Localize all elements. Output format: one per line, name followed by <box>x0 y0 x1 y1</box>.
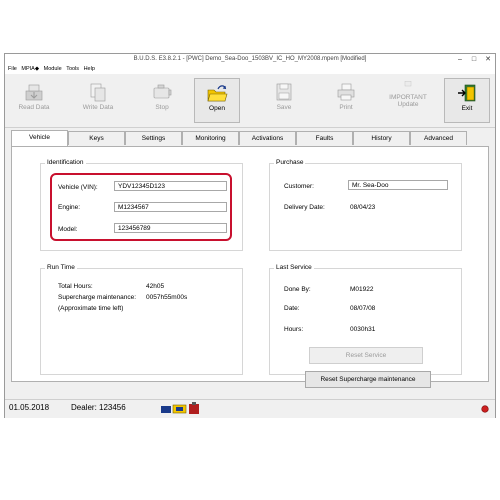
done-by-label: Done By: <box>284 286 311 293</box>
tab-faults[interactable]: Faults <box>296 131 353 145</box>
open-folder-icon <box>207 85 228 102</box>
total-hours-value: 42h05 <box>146 283 165 290</box>
purchase-title: Purchase <box>274 159 306 166</box>
read-data-icon <box>25 84 43 101</box>
print-label: Print <box>339 104 353 111</box>
stop-label: Stop <box>155 104 169 111</box>
tab-history[interactable]: History <box>353 131 410 145</box>
read-data-button[interactable]: Read Data <box>11 78 57 123</box>
update-icon <box>404 81 412 87</box>
status-date: 01.05.2018 <box>9 403 50 412</box>
menu-help[interactable]: Help <box>84 65 95 74</box>
reset-supercharge-button[interactable]: Reset Supercharge maintenance <box>305 371 431 388</box>
title-bar: B.U.D.S. E3.8.2.1 - [PWC] Demo_Sea-Doo_1… <box>5 54 495 65</box>
menu-file[interactable]: File <box>8 65 17 74</box>
exit-label: Exit <box>461 105 473 112</box>
read-data-label: Read Data <box>18 104 50 111</box>
write-data-label: Write Data <box>82 104 114 111</box>
exit-button[interactable]: Exit <box>444 78 490 123</box>
connection-icons <box>161 402 199 414</box>
runtime-title: Run Time <box>45 264 77 271</box>
important-label: IMPORTANT <box>389 94 427 101</box>
printer-icon <box>337 83 355 101</box>
maximize-button[interactable]: □ <box>467 54 481 65</box>
done-by-value: M01922 <box>350 286 374 293</box>
service-hours-label: Hours: <box>284 326 304 333</box>
write-data-icon <box>90 83 106 102</box>
customer-field[interactable]: Mr. Sea-Doo <box>348 180 448 190</box>
last-service-title: Last Service <box>274 264 314 271</box>
write-data-button[interactable]: Write Data <box>75 78 121 123</box>
exit-door-icon <box>458 84 476 102</box>
tab-keys[interactable]: Keys <box>68 131 125 145</box>
stop-button[interactable]: Stop <box>139 78 185 123</box>
service-date-label: Date: <box>284 305 300 312</box>
tab-vehicle[interactable]: Vehicle <box>11 130 68 146</box>
minimize-button[interactable]: – <box>453 54 467 65</box>
engine-stop-icon <box>153 84 172 99</box>
engine-label: Engine: <box>58 204 81 211</box>
approx-time-note: (Approximate time left) <box>58 305 124 312</box>
customer-label: Customer: <box>284 183 314 190</box>
reset-service-button[interactable]: Reset Service <box>309 347 423 364</box>
service-date-value: 08/07/08 <box>350 305 376 312</box>
delivery-date-label: Delivery Date: <box>284 204 325 211</box>
open-button[interactable]: Open <box>194 78 240 123</box>
app-window: B.U.D.S. E3.8.2.1 - [PWC] Demo_Sea-Doo_1… <box>4 53 496 418</box>
menu-module[interactable]: Module <box>44 65 62 74</box>
vehicle-panel: Identification Vehicle (VIN): YDV12345D1… <box>11 146 489 388</box>
model-label: Model: <box>58 226 78 233</box>
save-button[interactable]: Save <box>261 78 307 123</box>
status-led-icon <box>481 405 489 413</box>
tab-activations[interactable]: Activations <box>239 131 296 145</box>
status-bar: 01.05.2018 Dealer: 123456 <box>5 399 495 418</box>
close-button[interactable]: ✕ <box>481 54 495 65</box>
open-label: Open <box>209 105 225 112</box>
window-title: B.U.D.S. E3.8.2.1 - [PWC] Demo_Sea-Doo_1… <box>133 56 367 62</box>
tab-advanced[interactable]: Advanced <box>410 131 467 145</box>
tab-settings[interactable]: Settings <box>125 131 182 145</box>
dealer-number: Dealer: 123456 <box>71 403 126 412</box>
save-label: Save <box>276 104 292 111</box>
identification-title: Identification <box>45 159 86 166</box>
update-label: Update <box>397 101 419 108</box>
tab-monitoring[interactable]: Monitoring <box>182 131 239 145</box>
menu-bar: File MPIA◆ Module Tools Help <box>5 65 495 74</box>
menu-tools[interactable]: Tools <box>66 65 79 74</box>
vin-label: Vehicle (VIN): <box>58 184 98 191</box>
print-button[interactable]: Print <box>323 78 369 123</box>
supercharge-value: 0057h55m00s <box>146 294 188 301</box>
supercharge-label: Supercharge maintenance: <box>58 294 137 301</box>
total-hours-label: Total Hours: <box>58 283 93 290</box>
vin-field[interactable]: YDV12345D123 <box>114 181 227 191</box>
service-hours-value: 0030h31 <box>350 326 376 333</box>
save-disk-icon <box>276 83 292 101</box>
important-update-button[interactable]: IMPORTANT Update <box>381 78 435 123</box>
tab-strip: Vehicle Keys Settings Monitoring Activat… <box>5 130 495 146</box>
engine-field[interactable]: M1234567 <box>114 202 227 212</box>
delivery-date-value: 08/04/23 <box>350 204 376 211</box>
menu-mpia[interactable]: MPIA◆ <box>21 65 39 74</box>
model-field[interactable]: 123456789 <box>114 223 227 233</box>
toolbar: Read Data Write Data Stop Open Save Prin… <box>5 74 495 128</box>
